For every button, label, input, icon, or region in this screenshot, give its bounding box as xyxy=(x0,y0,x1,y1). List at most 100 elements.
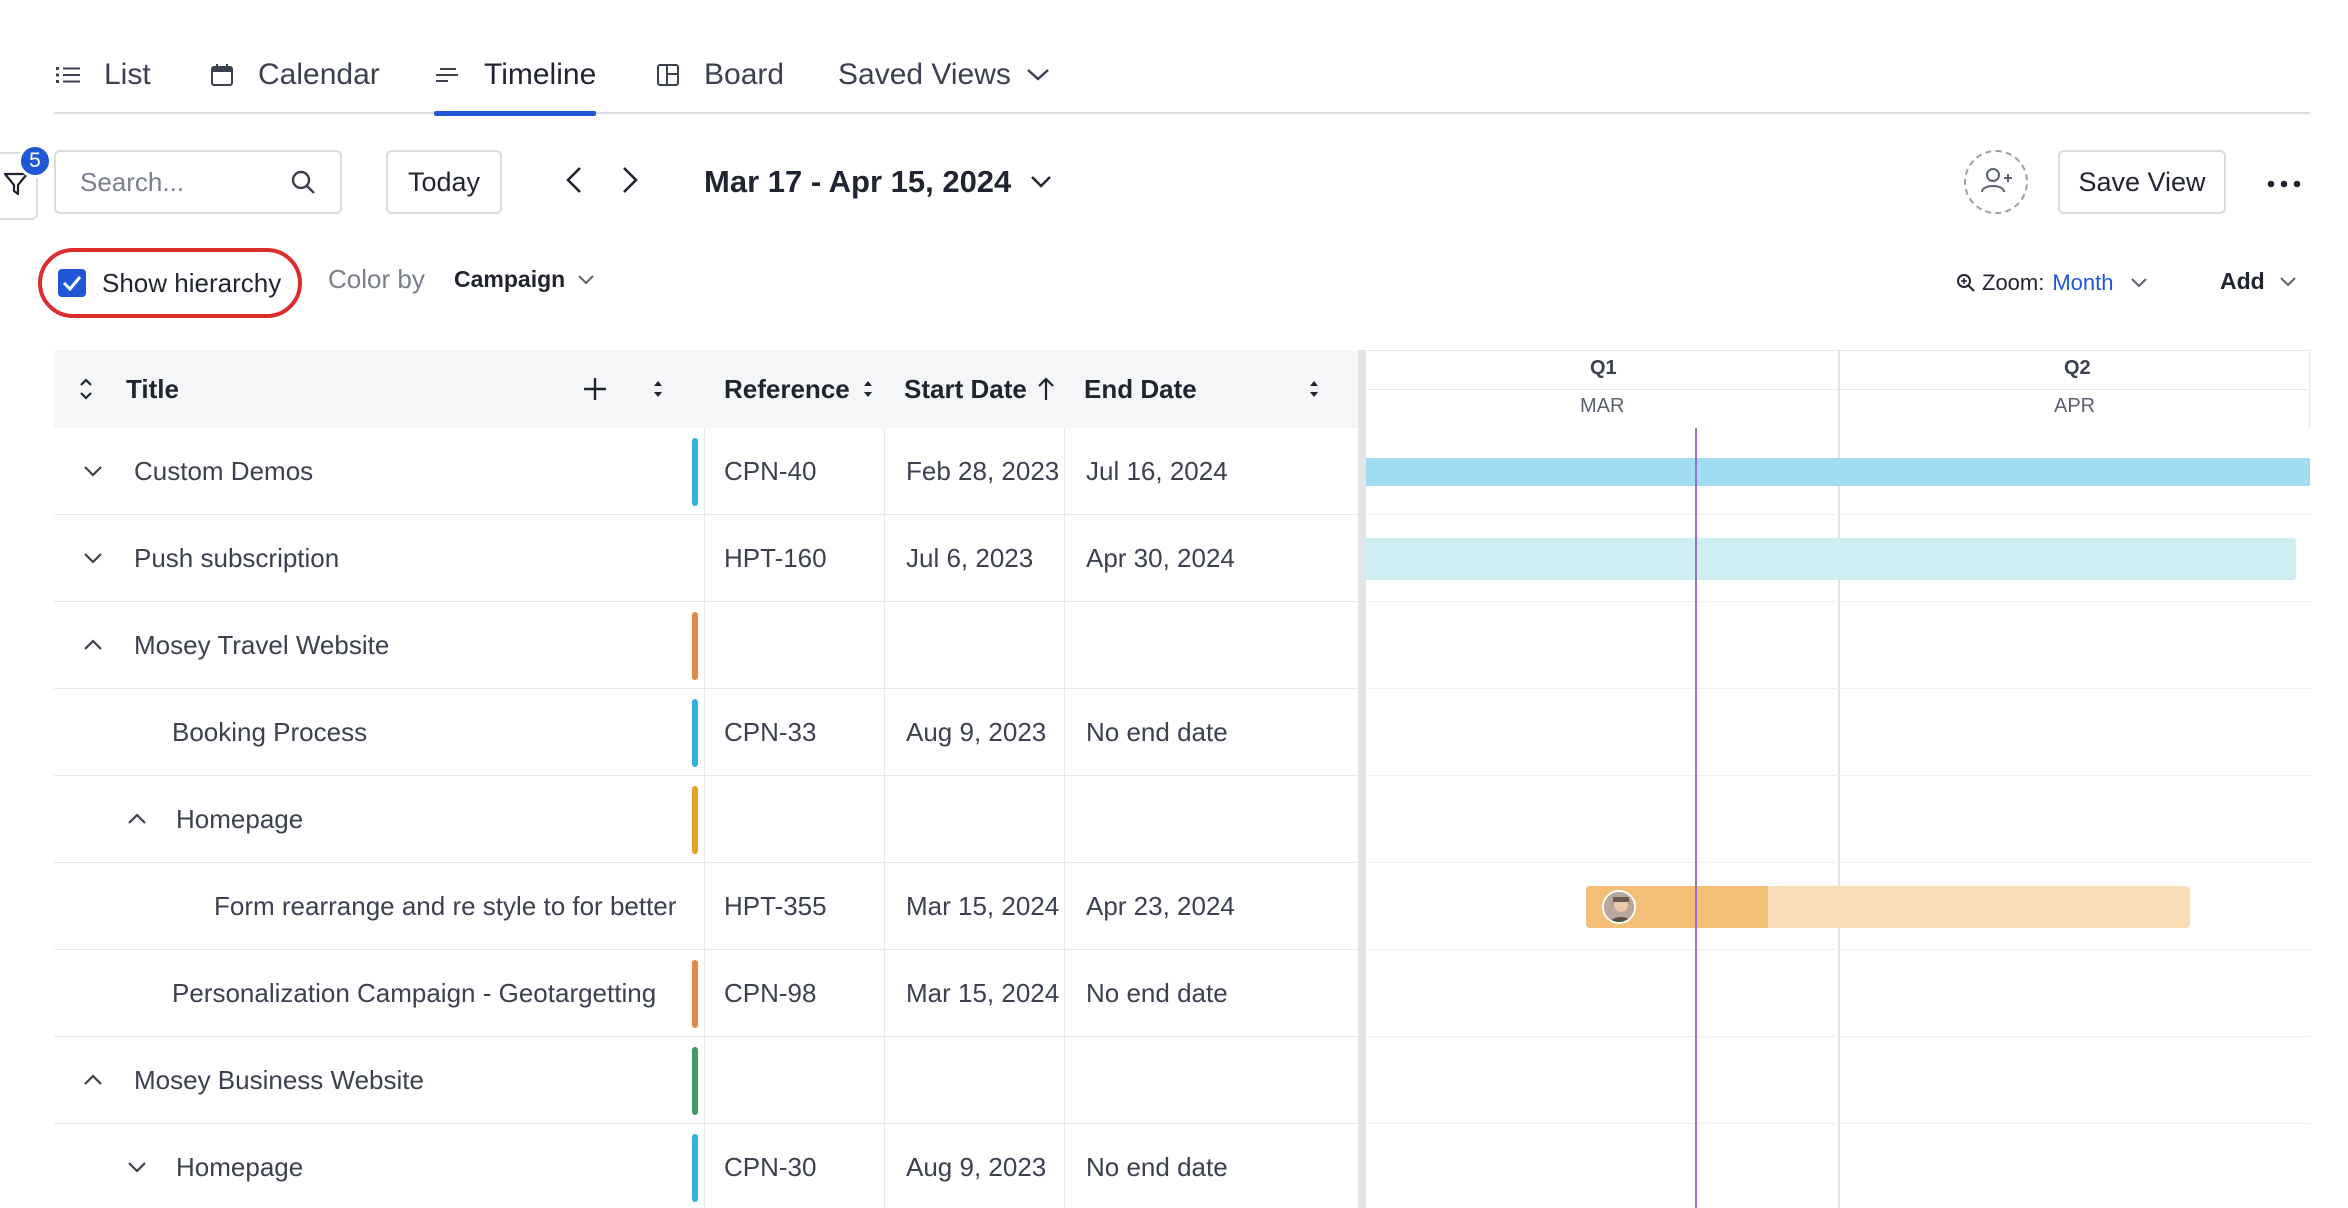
next-period-button[interactable] xyxy=(612,164,648,200)
tab-timeline[interactable]: Timeline xyxy=(434,36,597,116)
row-end-date: No end date xyxy=(1086,716,1228,747)
timeline-icon xyxy=(434,61,462,89)
sort-end-date-button[interactable] xyxy=(1308,350,1320,428)
table-row[interactable]: Homepage xyxy=(54,776,1358,863)
sort-title-button[interactable] xyxy=(652,350,664,428)
show-hierarchy-checkbox[interactable] xyxy=(58,269,86,297)
timeline-bar-custom-demos[interactable] xyxy=(1366,458,2310,486)
table-row[interactable]: Booking Process CPN-33 Aug 9, 2023 No en… xyxy=(54,689,1358,776)
chevron-down-icon[interactable] xyxy=(122,1152,152,1182)
date-range-label: Mar 17 - Apr 15, 2024 xyxy=(704,164,1012,199)
expand-collapse-icon xyxy=(80,378,92,400)
chevron-up-icon[interactable] xyxy=(78,1065,108,1095)
chevron-down-icon[interactable] xyxy=(78,456,108,486)
save-view-button[interactable]: Save View xyxy=(2058,150,2226,214)
row-reference: CPN-40 xyxy=(724,455,817,486)
campaign-color-indicator xyxy=(692,786,698,854)
row-title: Booking Process xyxy=(172,716,368,747)
search-box[interactable] xyxy=(54,150,342,214)
row-title: Mosey Travel Website xyxy=(134,629,390,660)
previous-period-button[interactable] xyxy=(556,164,592,200)
chevron-left-icon xyxy=(565,165,583,200)
row-title: Homepage xyxy=(176,1151,304,1182)
row-end-date: No end date xyxy=(1086,1151,1228,1182)
timeline-row xyxy=(1366,776,2310,863)
today-button[interactable]: Today xyxy=(386,150,502,214)
row-start-date: Mar 15, 2024 xyxy=(906,890,1060,921)
pane-resize-handle[interactable] xyxy=(1358,350,1366,1208)
row-reference: HPT-355 xyxy=(724,890,827,921)
chevron-down-icon xyxy=(1029,174,1053,190)
search-input[interactable] xyxy=(80,166,280,198)
sort-icon xyxy=(654,381,662,397)
timeline-bar-push-subscription[interactable] xyxy=(1366,538,2296,580)
list-icon xyxy=(54,61,82,89)
table-row[interactable]: Mosey Travel Website xyxy=(54,602,1358,689)
sort-icon xyxy=(1310,381,1318,397)
avatar[interactable] xyxy=(1602,890,1636,924)
add-label: Add xyxy=(2220,268,2265,294)
table-row[interactable]: Personalization Campaign - Geotargetting… xyxy=(54,950,1358,1037)
plus-icon xyxy=(584,378,606,400)
grid-header: Title Reference Start Date End Date xyxy=(54,350,1358,428)
chevron-up-icon[interactable] xyxy=(122,804,152,834)
zoom-dropdown[interactable]: Zoom: Month xyxy=(1956,270,2148,296)
show-hierarchy-toggle[interactable]: Show hierarchy xyxy=(38,248,302,318)
today-marker xyxy=(1695,428,1697,1208)
tab-timeline-label: Timeline xyxy=(484,58,597,91)
more-horizontal-icon xyxy=(2267,175,2301,193)
arrow-up-icon xyxy=(1038,377,1054,400)
quarter-label: Q2 xyxy=(2064,357,2091,379)
tab-calendar-label: Calendar xyxy=(258,58,380,91)
reference-header-label: Reference xyxy=(724,373,850,404)
items-grid: Title Reference Start Date End Date Cust… xyxy=(54,350,1358,1208)
color-by-dropdown[interactable]: Campaign xyxy=(454,266,595,293)
table-row[interactable]: Homepage CPN-30 Aug 9, 2023 No end date xyxy=(54,1124,1358,1208)
column-header-title[interactable]: Title xyxy=(126,350,179,428)
row-end-date: Apr 23, 2024 xyxy=(1086,890,1235,921)
add-user-icon xyxy=(1980,166,2012,199)
row-end-date: Apr 30, 2024 xyxy=(1086,542,1235,573)
timeline-row xyxy=(1366,1124,2310,1208)
table-row[interactable]: Custom Demos CPN-40 Feb 28, 2023 Jul 16,… xyxy=(54,428,1358,515)
month-label: APR xyxy=(2054,395,2096,417)
chevron-right-icon xyxy=(621,165,639,200)
campaign-color-indicator xyxy=(692,1134,698,1202)
campaign-color-indicator xyxy=(692,960,698,1028)
zoom-label: Zoom: xyxy=(1982,270,2045,295)
more-options-button[interactable] xyxy=(2264,166,2304,202)
quarter-label: Q1 xyxy=(1590,357,1617,379)
table-row[interactable]: Push subscription HPT-160 Jul 6, 2023 Ap… xyxy=(54,515,1358,602)
tab-list[interactable]: List xyxy=(54,36,151,114)
date-range-picker[interactable]: Mar 17 - Apr 15, 2024 xyxy=(704,158,1053,206)
column-header-start-date[interactable]: Start Date xyxy=(904,350,1055,428)
chevron-up-icon[interactable] xyxy=(78,630,108,660)
campaign-color-indicator xyxy=(692,612,698,680)
color-by-label: Color by xyxy=(328,264,425,294)
row-start-date: Aug 9, 2023 xyxy=(906,1151,1047,1182)
tab-calendar[interactable]: Calendar xyxy=(208,36,380,114)
add-dropdown[interactable]: Add xyxy=(2220,268,2297,295)
filter-count-badge: 5 xyxy=(18,144,52,178)
add-column-button[interactable] xyxy=(582,350,608,428)
tab-saved-views[interactable]: Saved Views xyxy=(838,36,1051,114)
tab-board[interactable]: Board xyxy=(654,36,784,114)
search-icon[interactable] xyxy=(290,169,316,195)
row-reference: CPN-98 xyxy=(724,977,817,1008)
table-row[interactable]: Mosey Business Website xyxy=(54,1037,1358,1124)
row-start-date: Jul 6, 2023 xyxy=(906,542,1034,573)
collapse-all-button[interactable] xyxy=(78,350,94,428)
column-header-reference[interactable]: Reference xyxy=(724,350,874,428)
column-header-end-date[interactable]: End Date xyxy=(1084,350,1197,428)
sort-icon xyxy=(863,381,872,397)
row-start-date: Aug 9, 2023 xyxy=(906,716,1047,747)
row-end-date: Jul 16, 2024 xyxy=(1086,455,1228,486)
view-tabs: List Calendar Timeline Board Saved Views xyxy=(54,36,2310,116)
table-row[interactable]: Form rearrange and re style to for bette… xyxy=(54,863,1358,950)
chevron-down-icon[interactable] xyxy=(78,543,108,573)
timeline-row xyxy=(1366,950,2310,1037)
row-start-date: Feb 28, 2023 xyxy=(906,455,1060,486)
row-title: Form rearrange and re style to for bette… xyxy=(214,890,677,921)
timeline-row xyxy=(1366,689,2310,776)
add-assignee-button[interactable] xyxy=(1964,150,2028,214)
